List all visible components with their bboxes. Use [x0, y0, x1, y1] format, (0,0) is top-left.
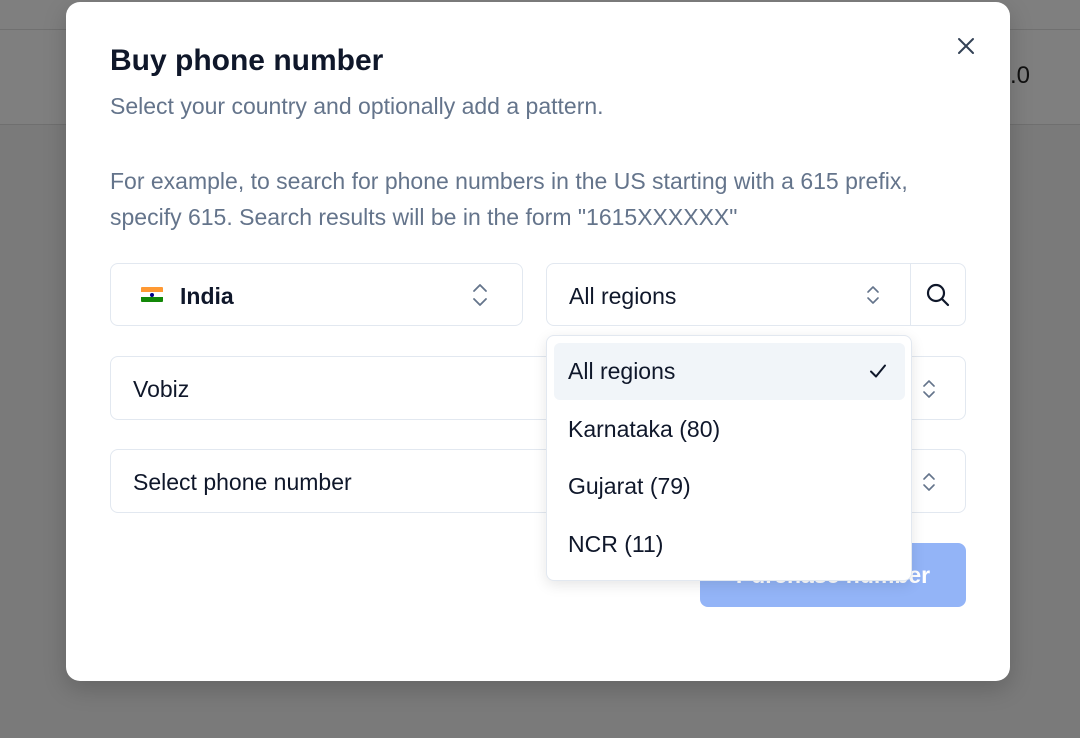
region-value: All regions: [569, 283, 677, 309]
chevron-up-down-icon: [867, 286, 879, 304]
close-icon: [958, 38, 974, 54]
dialog-subtitle: Select your country and optionally add a…: [110, 93, 604, 119]
option-label: NCR (11): [568, 531, 664, 557]
dialog-description: For example, to search for phone numbers…: [110, 168, 908, 230]
region-option-all-regions[interactable]: All regions: [554, 343, 905, 400]
option-label: All regions: [568, 358, 676, 384]
chevron-up-down-icon: [923, 380, 935, 398]
close-button[interactable]: [952, 32, 980, 60]
chevron-up-down-icon: [473, 284, 487, 306]
background-version-text: .0: [1010, 62, 1031, 89]
region-option-karnataka[interactable]: Karnataka (80): [554, 401, 905, 458]
phone-number-placeholder: Select phone number: [133, 469, 352, 495]
dialog-title: Buy phone number: [110, 44, 384, 77]
chevron-up-down-icon: [923, 473, 935, 491]
country-value: India: [180, 283, 234, 309]
india-flag-icon: [141, 287, 163, 302]
option-label: Gujarat (79): [568, 473, 691, 499]
provider-value: Vobiz: [133, 376, 190, 402]
region-option-ncr[interactable]: NCR (11): [554, 516, 905, 573]
region-option-gujarat[interactable]: Gujarat (79): [554, 458, 905, 515]
search-icon: [926, 283, 950, 306]
search-button[interactable]: [910, 263, 966, 326]
check-icon: [870, 364, 886, 378]
option-label: Karnataka (80): [568, 416, 721, 442]
country-select[interactable]: India: [110, 263, 523, 326]
region-dropdown: All regions Karnataka (80) Gujarat (79) …: [546, 335, 912, 581]
region-select[interactable]: All regions: [546, 263, 911, 326]
